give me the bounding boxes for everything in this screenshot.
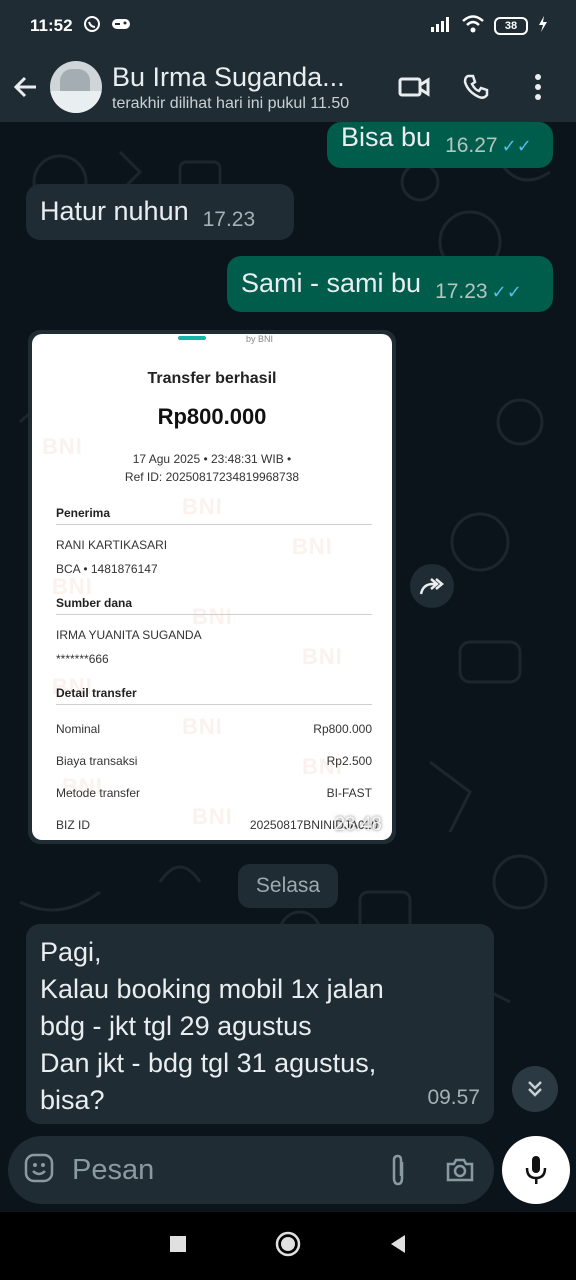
message-outgoing[interactable]: Sami - sami bu 17.23 ✓✓: [227, 256, 553, 312]
receipt-by: by BNI: [246, 334, 274, 344]
triangle-back-icon: [391, 1234, 405, 1253]
avatar[interactable]: [50, 61, 102, 113]
source-name: IRMA YUANITA SUGANDA: [56, 628, 202, 642]
arrow-left-icon: [13, 76, 36, 98]
paperclip-icon: [392, 1154, 404, 1186]
message-time: 09.57: [427, 1086, 480, 1109]
back-button[interactable]: [4, 65, 48, 109]
message-input-bar: Pesan: [8, 1136, 494, 1204]
message-line: bdg - jkt tgl 29 agustus: [40, 1011, 312, 1041]
camera-button[interactable]: [442, 1152, 478, 1188]
transfer-receipt-image: BNI BNI BNI BNI BNI BNI BNI BNI BNI BNI …: [32, 334, 392, 840]
system-navigation-bar: [0, 1212, 576, 1280]
camera-icon: [446, 1158, 474, 1182]
image-message[interactable]: BNI BNI BNI BNI BNI BNI BNI BNI BNI BNI …: [28, 330, 396, 844]
message-line: Kalau booking mobil 1x jalan: [40, 974, 384, 1004]
message-outgoing[interactable]: Bisa bu 16.27 ✓✓: [327, 122, 553, 168]
message-incoming[interactable]: Hatur nuhun 17.23: [26, 184, 294, 240]
biz-id-label: BIZ ID: [56, 818, 91, 832]
nominal-value: Rp800.000: [313, 722, 372, 736]
forward-icon: [419, 578, 444, 595]
recipient-account: BCA • 1481876147: [56, 562, 158, 576]
video-call-button[interactable]: [396, 69, 432, 105]
scroll-to-bottom-button[interactable]: [512, 1066, 558, 1112]
message-time: 17.23: [435, 280, 488, 303]
recipient-label: Penerima: [56, 506, 111, 520]
receipt-ref-id: Ref ID: 20250817234819968738: [124, 470, 300, 484]
home-button[interactable]: [275, 1231, 301, 1262]
microphone-icon: [525, 1156, 547, 1184]
message-time: 17.23: [202, 208, 256, 231]
last-seen: terakhir dilihat hari ini pukul 11.50: [112, 94, 350, 112]
divider: [56, 614, 372, 615]
emoji-icon: [24, 1153, 54, 1182]
method-label: Metode transfer: [56, 786, 141, 800]
message-input[interactable]: Pesan: [72, 1154, 354, 1187]
message-incoming[interactable]: Pagi, Kalau booking mobil 1x jalan bdg -…: [26, 924, 494, 1124]
recents-button[interactable]: [169, 1235, 187, 1258]
divider: [56, 704, 372, 705]
divider: [56, 524, 372, 525]
read-ticks-icon: ✓✓: [491, 282, 522, 302]
forward-button[interactable]: [410, 564, 454, 608]
detail-label: Detail transfer: [56, 686, 137, 700]
contact-info[interactable]: Bu Irma Suganda... terakhir dilihat hari…: [112, 62, 392, 113]
whatsapp-notification-icon: [83, 15, 101, 38]
voice-message-button[interactable]: [502, 1136, 570, 1204]
video-camera-icon: [398, 77, 430, 97]
status-bar: 11:52 38: [0, 0, 576, 52]
back-nav-button[interactable]: [389, 1234, 407, 1259]
contact-name: Bu Irma Suganda...: [112, 61, 345, 92]
game-controller-icon: [111, 16, 131, 36]
home-circle-icon: [275, 1231, 301, 1256]
message-text: Sami - sami bu: [241, 268, 422, 298]
battery-icon: 38: [494, 17, 528, 35]
fee-value: Rp2.500: [326, 754, 372, 768]
status-time: 11:52: [30, 16, 73, 35]
message-line: Dan jkt - bdg tgl 31 agustus,: [40, 1048, 377, 1078]
more-vertical-icon: [535, 74, 541, 100]
phone-icon: [463, 74, 489, 99]
signal-icon: [430, 16, 452, 37]
message-text: Hatur nuhun: [40, 196, 189, 226]
receipt-top-bar: [178, 336, 206, 340]
message-line: bisa?: [40, 1085, 105, 1115]
fee-label: Biaya transaksi: [56, 754, 138, 768]
emoji-button[interactable]: [24, 1153, 54, 1188]
method-value: BI-FAST: [326, 786, 372, 800]
source-label: Sumber dana: [56, 596, 133, 610]
recipient-name: RANI KARTIKASARI: [56, 538, 168, 552]
attach-button[interactable]: [380, 1152, 416, 1188]
square-icon: [170, 1235, 186, 1252]
receipt-date: 17 Agu 2025 • 23:48:31 WIB •: [132, 452, 292, 466]
wifi-icon: [462, 14, 484, 38]
voice-call-button[interactable]: [458, 69, 494, 105]
date-separator: Selasa: [238, 864, 338, 908]
chat-header: Bu Irma Suganda... terakhir dilihat hari…: [0, 52, 576, 122]
double-chevron-down-icon: [528, 1081, 542, 1097]
receipt-amount: Rp800.000: [157, 404, 267, 429]
nominal-label: Nominal: [56, 722, 101, 736]
message-time: 16.27: [445, 134, 498, 157]
source-account: *******666: [56, 652, 109, 666]
message-text: Bisa bu: [341, 122, 432, 152]
more-options-button[interactable]: [520, 69, 556, 105]
chat-area[interactable]: Bisa bu 16.27 ✓✓ Hatur nuhun 17.23 Sami - s…: [0, 122, 576, 1136]
message-time: 23.48: [334, 814, 382, 835]
message-line: Pagi,: [40, 937, 102, 967]
read-ticks-icon: ✓✓: [501, 136, 532, 156]
receipt-title: Transfer berhasil: [147, 370, 277, 387]
charging-icon: [538, 15, 548, 37]
